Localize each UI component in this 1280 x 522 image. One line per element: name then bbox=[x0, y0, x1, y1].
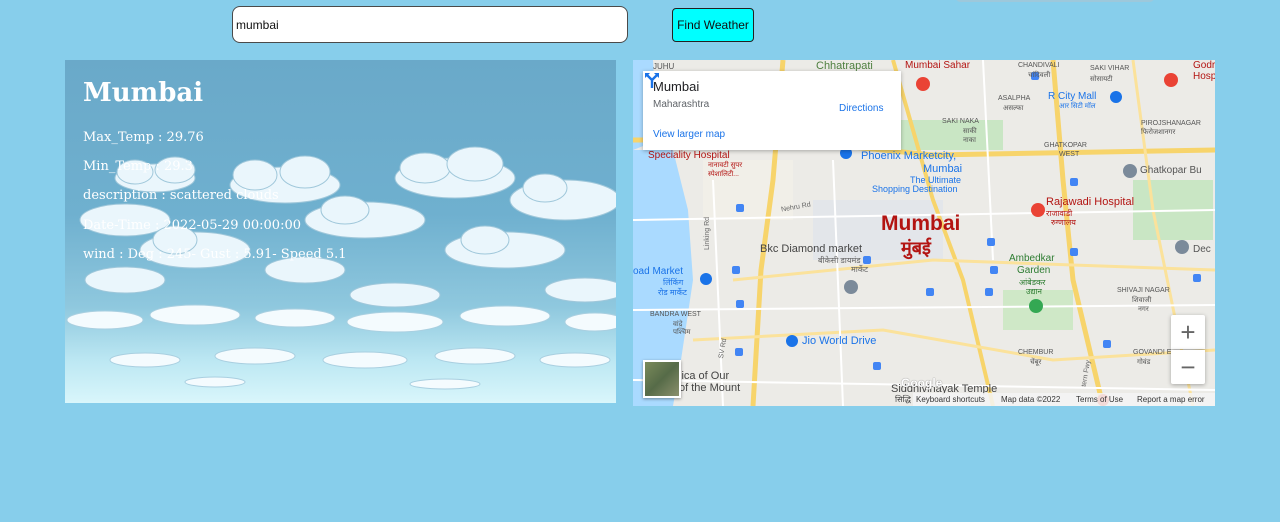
map-label-chembur-local: चेंबूर bbox=[1030, 359, 1042, 366]
google-map[interactable]: Chhatrapati Mumbai Sahar JUHU CHANDIVALI… bbox=[633, 60, 1215, 406]
map-label-juhu: JUHU bbox=[653, 62, 675, 71]
map-label-rcity: R City Mall bbox=[1048, 91, 1097, 102]
search-input[interactable] bbox=[232, 6, 628, 43]
map-label-pirojshanagar-local: फिरोजशानगर bbox=[1141, 129, 1176, 136]
map-label-phoenix2: Mumbai bbox=[923, 163, 963, 175]
map-label-rajawadi: Rajawadi Hospital bbox=[1046, 196, 1135, 208]
directions-icon[interactable] bbox=[643, 71, 661, 89]
map-label-bandra-local2: पश्चिम bbox=[673, 329, 691, 336]
map-label-ambedkar-local2: उद्यान bbox=[1026, 287, 1042, 296]
map-data-text: Map data ©2022 bbox=[1001, 395, 1061, 404]
wind-info: wind : Deg : 245- Gust : 5.91- Speed 5.1 bbox=[83, 247, 347, 262]
map-label-ghatkopar-west2: WEST bbox=[1059, 151, 1080, 158]
map-label-ambedkar2: Garden bbox=[1017, 265, 1051, 276]
map-label-phoenix: Phoenix Marketcity, bbox=[861, 150, 957, 162]
report-error-link[interactable]: Report a map error bbox=[1137, 395, 1205, 404]
map-label-bkc-local2: मार्केट bbox=[851, 265, 869, 274]
map-label-phoenix4: Shopping Destination bbox=[872, 184, 958, 194]
map-label-chembur: CHEMBUR bbox=[1018, 349, 1054, 356]
zoom-out-button[interactable]: − bbox=[1171, 350, 1205, 384]
map-label-sahar: Mumbai Sahar bbox=[905, 60, 971, 71]
map-label-speciality-local: नानावटी सुपर bbox=[708, 162, 743, 169]
zoom-in-button[interactable]: + bbox=[1171, 315, 1205, 349]
map-label-city-local: मुंबई bbox=[901, 238, 931, 258]
top-decor-pill bbox=[955, 0, 1155, 2]
keyboard-shortcuts-link[interactable]: Keyboard shortcuts bbox=[916, 395, 985, 404]
map-label-shivaji-local2: नगर bbox=[1138, 306, 1149, 313]
map-label-speciality-local2: स्पेशालिटी... bbox=[708, 171, 740, 178]
satellite-toggle[interactable] bbox=[643, 360, 681, 398]
map-label-govandi-local: गोवंड bbox=[1137, 359, 1151, 366]
map-label-godrej-sub: Hospi bbox=[1193, 71, 1215, 82]
terms-link[interactable]: Terms of Use bbox=[1076, 395, 1123, 404]
place-info-card: Mumbai Maharashtra Directions View large… bbox=[643, 71, 901, 150]
map-label-saki-naka-local: साकी bbox=[963, 128, 977, 135]
map-label-asalpha: ASALPHA bbox=[998, 95, 1031, 102]
weather-card: Mumbai Max_Temp : 29.76 Min_Temp : 29.3 … bbox=[65, 60, 616, 403]
map-label-jio: Jio World Drive bbox=[802, 335, 877, 347]
map-label-bandra: BANDRA WEST bbox=[650, 311, 701, 318]
weather-description: description : scattered clouds bbox=[83, 188, 279, 203]
min-temp: Min_Temp : 29.3 bbox=[83, 159, 193, 174]
city-name: Mumbai bbox=[83, 78, 204, 108]
map-label-road-market-local2: रोड मार्केट bbox=[658, 288, 687, 297]
google-logo: Google bbox=[901, 376, 943, 390]
view-larger-map-link[interactable]: View larger map bbox=[653, 129, 725, 140]
map-label-bkc: Bkc Diamond market bbox=[760, 243, 863, 255]
map-label-govandi: GOVANDI E bbox=[1133, 349, 1172, 356]
map-footer: Keyboard shortcuts Map data ©2022 Terms … bbox=[913, 393, 1215, 406]
max-temp: Max_Temp : 29.76 bbox=[83, 130, 204, 145]
map-label-ghatkopar-bus: Ghatkopar Bu bbox=[1140, 165, 1202, 176]
map-label-shivaji: SHIVAJI NAGAR bbox=[1117, 287, 1170, 294]
map-label-ambedkar: Ambedkar bbox=[1009, 253, 1055, 264]
map-label-pirojshanagar: PIROJSHANAGAR bbox=[1141, 120, 1201, 127]
map-label-shivaji-local: शिवाजी bbox=[1132, 297, 1152, 304]
map-label-speciality: Speciality Hospital bbox=[648, 150, 730, 161]
directions-link[interactable]: Directions bbox=[839, 103, 883, 114]
map-label-rajawadi-local2: रुग्णालय bbox=[1051, 218, 1076, 227]
map-label-ghatkopar-west: GHATKOPAR bbox=[1044, 142, 1087, 149]
map-label-saki-vihar-local: सोसायटी bbox=[1090, 76, 1113, 83]
map-label-mount: lica of Our bbox=[679, 370, 730, 382]
find-weather-button[interactable]: Find Weather bbox=[672, 8, 754, 42]
map-label-dec: Dec bbox=[1193, 244, 1211, 255]
map-label-godrej: Godre bbox=[1193, 60, 1215, 71]
map-label-rcity-local: आर सिटी मॉल bbox=[1059, 103, 1096, 110]
map-label-siddhivinayak-local: सिद्धि bbox=[895, 395, 911, 404]
map-label-saki-naka-local2: नाका bbox=[963, 137, 976, 144]
place-region: Maharashtra bbox=[653, 99, 710, 110]
date-time: Date-Time : 2022-05-29 00:00:00 bbox=[83, 218, 301, 233]
map-label-chandivali-local: चांदिवली bbox=[1028, 72, 1051, 79]
map-label-saki-naka: SAKI NAKA bbox=[942, 118, 979, 125]
map-label-saki-vihar: SAKI VIHAR bbox=[1090, 65, 1130, 72]
map-label-road-market: oad Market bbox=[633, 266, 684, 277]
map-label-chandivali: CHANDIVALI bbox=[1018, 62, 1060, 69]
map-label-linking-rd: Linking Rd bbox=[704, 216, 712, 251]
map-label-mount2: of the Mount bbox=[679, 382, 741, 394]
map-label-asalpha-local: असल्फा bbox=[1003, 105, 1024, 112]
map-label-city: Mumbai bbox=[881, 212, 961, 235]
